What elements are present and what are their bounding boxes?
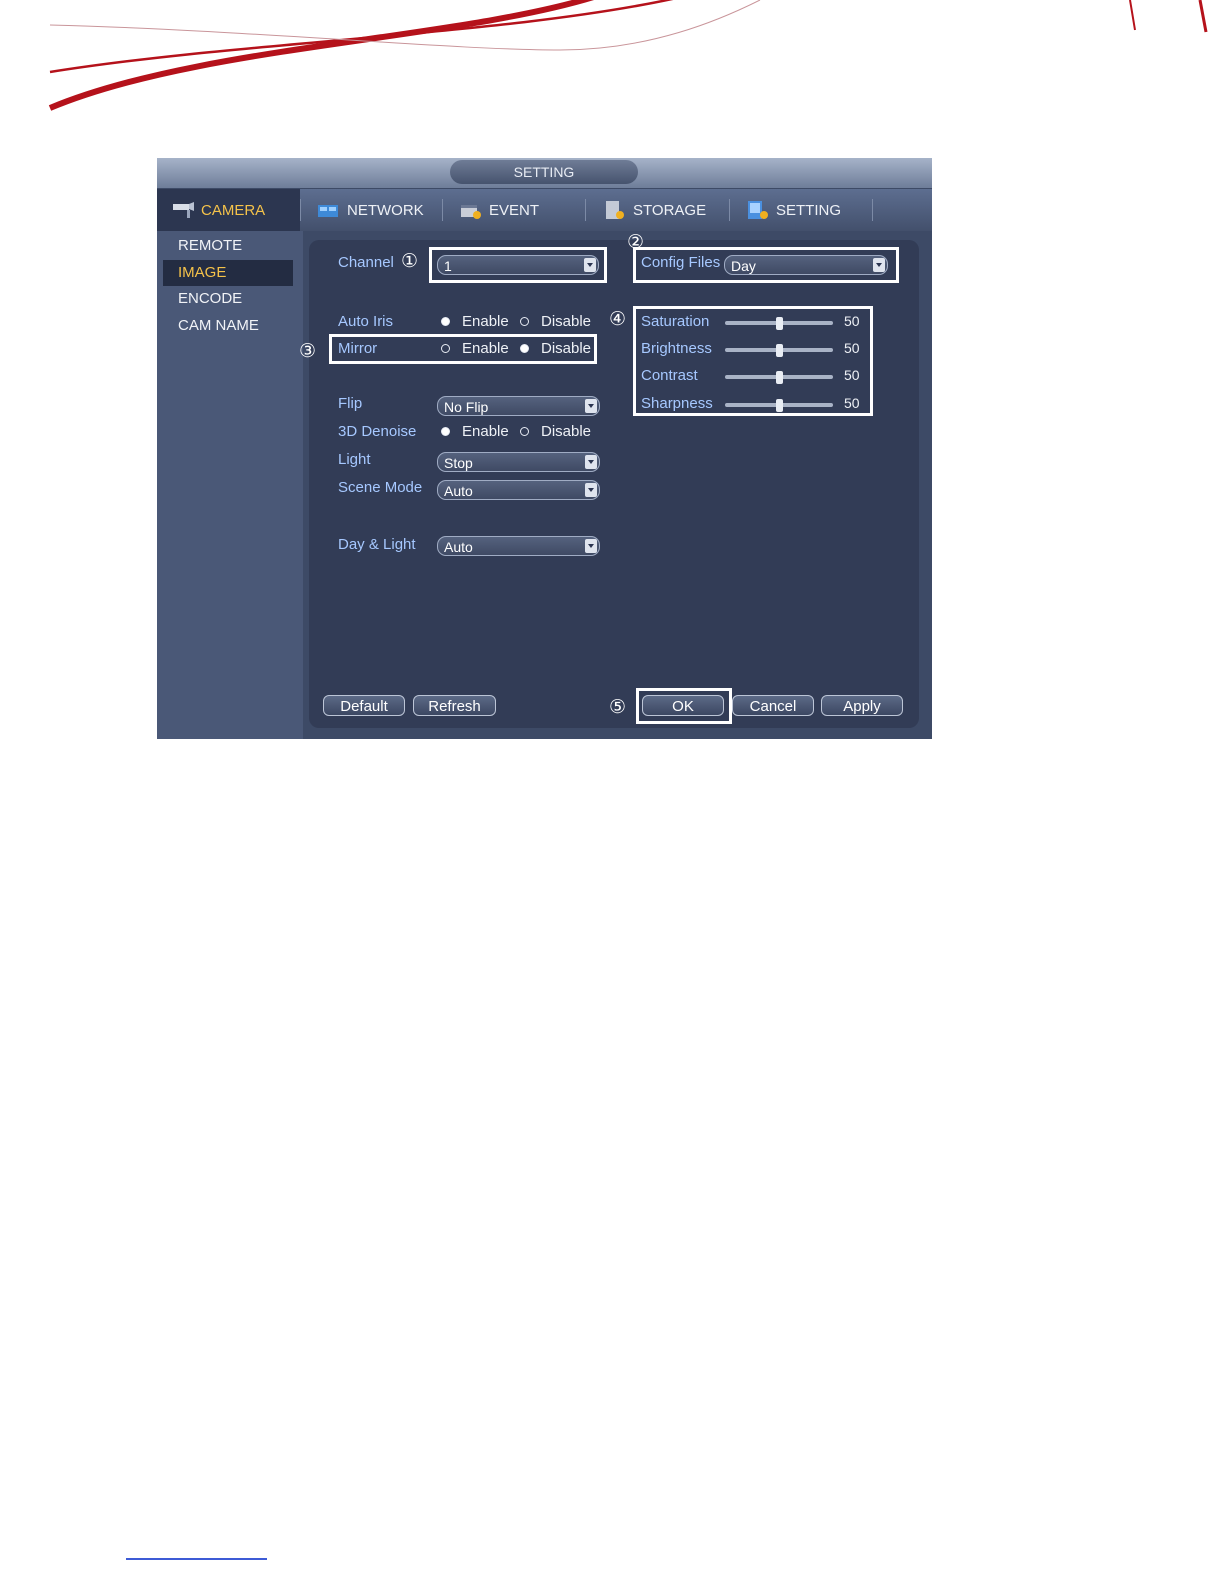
chevron-down-icon [585,455,597,469]
day-light-value: Auto [444,539,473,555]
auto-iris-label: Auto Iris [338,313,394,330]
tab-label: STORAGE [633,201,707,219]
scene-mode-label: Scene Mode [338,479,423,496]
title-bar: SETTING [157,158,932,188]
chevron-down-icon [585,483,597,497]
tab-label: EVENT [489,201,540,219]
tab-label: CAMERA [201,201,266,219]
refresh-button[interactable]: Refresh [413,695,496,716]
chevron-down-icon [585,399,597,413]
highlight-box-sliders [633,306,873,416]
tab-divider [729,199,730,221]
flip-label: Flip [338,395,363,412]
highlight-box-mirror [329,334,597,364]
tab-divider [872,199,873,221]
channel-label: Channel [338,254,394,271]
settings-icon [748,201,768,219]
network-icon [318,205,338,217]
highlight-box-config-files [633,247,899,283]
day-light-select[interactable]: Auto [437,536,600,556]
sidebar-item-remote[interactable]: REMOTE [163,233,293,259]
sidebar-item-image[interactable]: IMAGE [163,260,293,286]
image-settings-panel: Channel ① 1 ② Config Files Day Auto Iris… [299,233,919,728]
auto-iris-enable-label: Enable [462,313,509,330]
tab-camera[interactable]: CAMERA [157,189,300,231]
tab-label: NETWORK [347,201,424,219]
scene-mode-value: Auto [444,483,473,499]
day-light-label: Day & Light [338,536,416,553]
tab-divider [300,199,301,221]
sidebar: REMOTE IMAGE ENCODE CAM NAME [157,231,303,739]
denoise-disable-label: Disable [541,423,592,440]
light-value: Stop [444,455,473,471]
storage-icon [606,201,624,219]
light-label: Light [338,451,371,468]
tab-storage[interactable]: STORAGE [603,189,706,231]
window-title: SETTING [450,160,638,184]
tab-setting[interactable]: SETTING [746,189,841,231]
auto-iris-disable-label: Disable [541,313,592,330]
chevron-down-icon [585,539,597,553]
tab-divider [585,199,586,221]
denoise-enable-radio[interactable] [441,427,450,436]
denoise-disable-radio[interactable] [520,427,529,436]
callout-5: ⑤ [609,697,627,718]
sidebar-item-encode[interactable]: ENCODE [163,286,293,312]
decorative-swoosh [48,0,1208,111]
denoise-enable-label: Enable [462,423,509,440]
callout-3: ③ [299,341,317,362]
flip-select[interactable]: No Flip [437,396,600,416]
flip-value: No Flip [444,399,489,415]
highlight-box-channel [429,247,607,283]
sidebar-item-cam-name[interactable]: CAM NAME [163,313,293,339]
tab-divider [442,199,443,221]
default-button[interactable]: Default [323,695,405,716]
callout-1: ① [401,251,419,272]
tab-network[interactable]: NETWORK [317,189,424,231]
auto-iris-disable-radio[interactable] [520,317,529,326]
callout-4: ④ [609,309,627,330]
dvr-setting-window: SETTING CAMERA NETWORK EVENT STORAGE SET… [157,158,932,739]
auto-iris-enable-radio[interactable] [441,317,450,326]
camera-icon [173,202,194,218]
light-select[interactable]: Stop [437,452,600,472]
highlight-box-ok [636,688,732,724]
scene-mode-select[interactable]: Auto [437,480,600,500]
tab-label: SETTING [776,201,842,219]
apply-button[interactable]: Apply [821,695,903,716]
main-tab-bar: CAMERA NETWORK EVENT STORAGE SETTING [157,189,932,231]
tab-event[interactable]: EVENT [459,189,539,231]
footer-link-underline[interactable] [126,1558,267,1560]
cancel-button[interactable]: Cancel [732,695,814,716]
denoise-label: 3D Denoise [338,423,417,440]
event-icon [461,205,481,219]
